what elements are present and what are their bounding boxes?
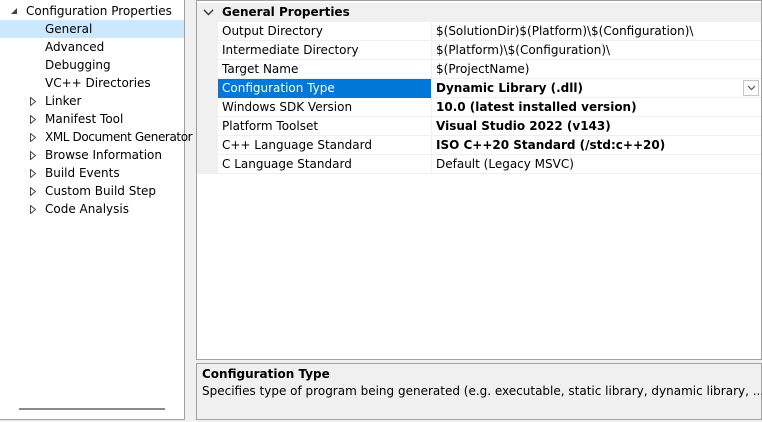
collapsed-triangle-icon[interactable]: [28, 128, 38, 146]
tree-item-label: Code Analysis: [45, 202, 129, 216]
tree-item-label: VC++ Directories: [45, 76, 151, 90]
property-name: Configuration Type: [218, 79, 432, 98]
property-name: C++ Language Standard: [218, 136, 432, 155]
property-name: Output Directory: [218, 22, 432, 41]
property-value[interactable]: Dynamic Library (.dll): [432, 79, 761, 98]
tree-item-general[interactable]: General: [0, 20, 184, 38]
horizontal-scrollbar[interactable]: [19, 408, 165, 410]
property-name: Windows SDK Version: [218, 98, 432, 117]
collapsed-triangle-icon[interactable]: [28, 200, 38, 218]
property-value[interactable]: $(ProjectName): [432, 60, 761, 79]
tree-item-label: Linker: [45, 94, 82, 108]
description-text: Specifies type of program being generate…: [202, 384, 762, 398]
property-value[interactable]: $(Platform)\$(Configuration)\: [432, 41, 761, 60]
property-name: Target Name: [218, 60, 432, 79]
property-value[interactable]: Default (Legacy MSVC): [432, 155, 761, 174]
property-grid: General Properties Output Directory $(So…: [196, 0, 762, 360]
value-dropdown-button[interactable]: [743, 80, 759, 96]
property-row-target-name[interactable]: Target Name $(ProjectName): [197, 60, 761, 79]
tree-item-vc-directories[interactable]: VC++ Directories: [0, 74, 184, 92]
collapsed-triangle-icon[interactable]: [28, 182, 38, 200]
collapsed-triangle-icon[interactable]: [28, 164, 38, 182]
tree-node-label: Configuration Properties: [26, 4, 172, 18]
tree-item-debugging[interactable]: Debugging: [0, 56, 184, 74]
tree-item-manifest-tool[interactable]: Manifest Tool: [0, 110, 184, 128]
property-name: Platform Toolset: [218, 117, 432, 136]
property-value[interactable]: 10.0 (latest installed version): [432, 98, 761, 117]
tree-item-advanced[interactable]: Advanced: [0, 38, 184, 56]
property-row-platform-toolset[interactable]: Platform Toolset Visual Studio 2022 (v14…: [197, 117, 761, 136]
tree-item-label: Manifest Tool: [45, 112, 124, 126]
tree-item-label: General: [45, 22, 93, 36]
description-title: Configuration Type: [202, 367, 330, 381]
tree-item-label: Custom Build Step: [45, 184, 157, 198]
category-title: General Properties: [222, 5, 350, 19]
property-row-configuration-type[interactable]: Configuration Type Dynamic Library (.dll…: [197, 79, 761, 98]
tree-item-label: Build Events: [45, 166, 120, 180]
tree-node-configuration-properties[interactable]: Configuration Properties: [0, 2, 184, 20]
tree-item-custom-build-step[interactable]: Custom Build Step: [0, 182, 184, 200]
tree-item-linker[interactable]: Linker: [0, 92, 184, 110]
category-header[interactable]: General Properties: [197, 3, 761, 22]
expanded-triangle-icon[interactable]: [9, 2, 19, 20]
property-name: C Language Standard: [218, 155, 432, 174]
property-row-windows-sdk-version[interactable]: Windows SDK Version 10.0 (latest install…: [197, 98, 761, 117]
tree-item-label: Debugging: [45, 58, 111, 72]
collapsed-triangle-icon[interactable]: [28, 110, 38, 128]
collapsed-triangle-icon[interactable]: [28, 92, 38, 110]
property-row-c-language-standard[interactable]: C Language Standard Default (Legacy MSVC…: [197, 155, 761, 174]
property-value[interactable]: Visual Studio 2022 (v143): [432, 117, 761, 136]
tree-item-code-analysis[interactable]: Code Analysis: [0, 200, 184, 218]
tree-item-label: Advanced: [45, 40, 105, 54]
property-row-output-directory[interactable]: Output Directory $(SolutionDir)$(Platfor…: [197, 22, 761, 41]
tree-item-label: Browse Information: [45, 148, 162, 162]
tree-item-build-events[interactable]: Build Events: [0, 164, 184, 182]
property-value[interactable]: $(SolutionDir)$(Platform)\$(Configuratio…: [432, 22, 761, 41]
collapse-chevron-icon[interactable]: [203, 3, 215, 22]
property-value[interactable]: ISO C++20 Standard (/std:c++20): [432, 136, 761, 155]
tree-item-xml-document-generator[interactable]: XML Document Generator: [0, 128, 193, 146]
tree-item-label: XML Document Generator: [45, 130, 193, 144]
property-name: Intermediate Directory: [218, 41, 432, 60]
description-pane: Configuration Type Specifies type of pro…: [196, 363, 762, 420]
property-row-intermediate-directory[interactable]: Intermediate Directory $(Platform)\$(Con…: [197, 41, 761, 60]
collapsed-triangle-icon[interactable]: [28, 146, 38, 164]
property-tree: Configuration Properties General Advance…: [0, 0, 193, 420]
tree-item-browse-information[interactable]: Browse Information: [0, 146, 184, 164]
property-row-cpp-language-standard[interactable]: C++ Language Standard ISO C++20 Standard…: [197, 136, 761, 155]
chevron-down-icon: [747, 85, 755, 91]
